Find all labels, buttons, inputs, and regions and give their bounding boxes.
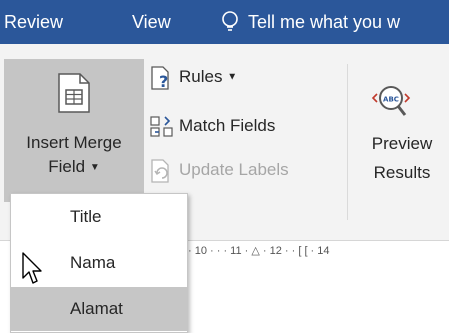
dropdown-item-label: Alamat xyxy=(70,299,123,318)
chevron-down-icon: ▼ xyxy=(89,162,100,174)
tab-view[interactable]: View xyxy=(132,0,171,44)
dropdown-item-label: Title xyxy=(70,207,102,226)
rules-label: Rules xyxy=(179,67,223,86)
tell-me-text: Tell me what you w xyxy=(248,12,401,32)
insert-merge-field-label-2: Field xyxy=(48,157,86,176)
update-labels-label: Update Labels xyxy=(179,160,289,179)
dropdown-item-title[interactable]: Title xyxy=(11,195,187,239)
update-labels-icon xyxy=(151,159,169,183)
rules-button[interactable]: ? Rules ▼ xyxy=(150,62,330,92)
dropdown-item-alamat[interactable]: Alamat xyxy=(11,287,187,331)
match-fields-button[interactable]: Match Fields xyxy=(150,111,330,141)
insert-merge-field-icon xyxy=(58,73,90,113)
preview-results-label-2: Results xyxy=(373,163,431,182)
preview-results-label: Preview xyxy=(371,134,433,153)
preview-magnifier-icon: ABC xyxy=(371,86,411,116)
dropdown-item-label: Nama xyxy=(70,253,116,272)
ribbon-tab-bar: Review View Tell me what you w xyxy=(0,0,449,44)
insert-merge-field-label: Insert Merge xyxy=(26,133,122,152)
tab-review[interactable]: Review xyxy=(4,0,63,44)
svg-text:ABC: ABC xyxy=(383,96,399,104)
svg-text:?: ? xyxy=(159,72,168,90)
chevron-down-icon: ▼ xyxy=(227,71,238,83)
group-separator xyxy=(347,64,348,220)
match-fields-icon xyxy=(150,116,173,137)
horizontal-ruler[interactable]: · 10 · · · 11 · △ · 12 · · [ [ · 14 xyxy=(188,240,449,262)
mouse-pointer-icon xyxy=(22,252,42,284)
update-labels-button[interactable]: Update Labels xyxy=(150,155,330,185)
rules-icon: ? xyxy=(151,66,169,90)
insert-merge-field-button[interactable]: Insert Merge Field ▼ xyxy=(4,59,144,202)
match-fields-label: Match Fields xyxy=(179,116,276,135)
lightbulb-icon xyxy=(222,11,238,31)
